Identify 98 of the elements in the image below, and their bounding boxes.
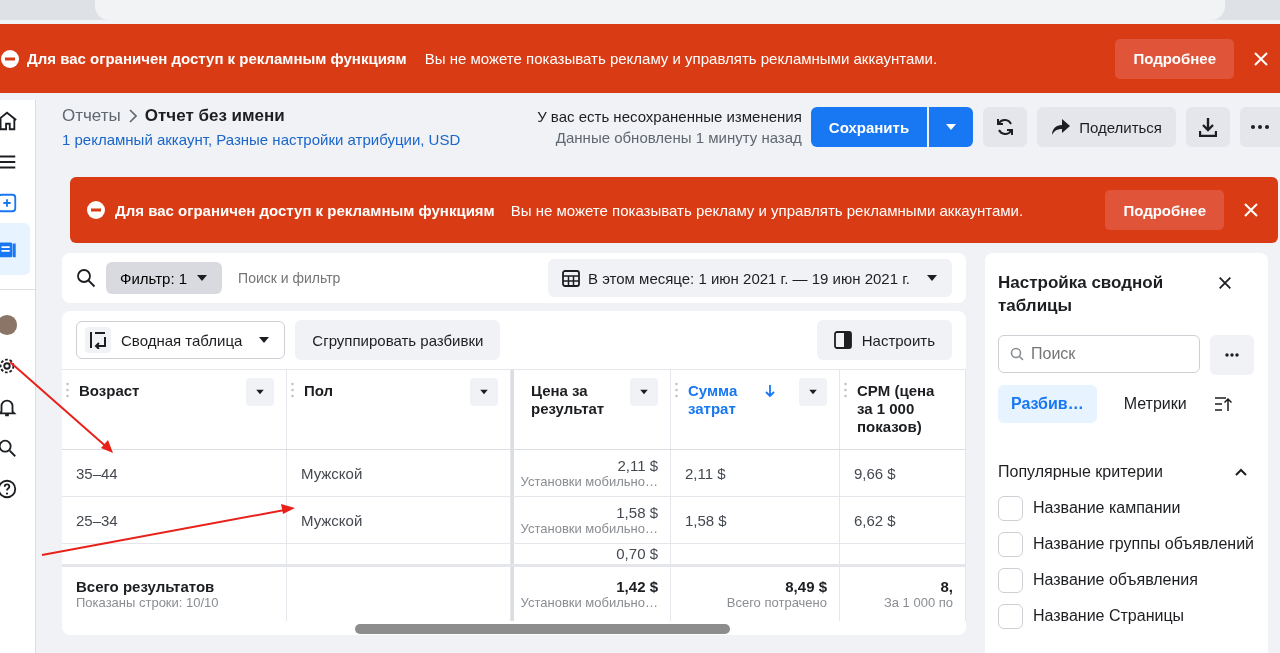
table-cell: 2,11 $: [617, 457, 658, 474]
blocked-icon: [86, 200, 106, 220]
column-header[interactable]: Сумма затрат: [688, 382, 759, 418]
unsaved-status: У вас есть несохраненные изменения: [537, 107, 802, 127]
total-caption: За 1 000 по: [883, 595, 953, 610]
rows-shown-caption: Показаны строки: 10/10: [76, 595, 220, 610]
view-select[interactable]: Сводная таблица: [76, 321, 286, 359]
avatar-icon: [0, 313, 18, 336]
close-icon[interactable]: [1217, 275, 1233, 291]
checkbox[interactable]: [998, 603, 1023, 629]
caret-icon: [808, 389, 818, 395]
criterion-label: Название Страницы: [1033, 607, 1185, 625]
column-header[interactable]: Пол: [304, 382, 464, 400]
share-button[interactable]: Поделиться: [1037, 107, 1176, 147]
caret-icon: [255, 389, 265, 395]
alert-title: Для вас ограничен доступ к рекламным функциям: [27, 50, 407, 67]
more-button[interactable]: [1240, 107, 1280, 147]
details-button[interactable]: Подробнее: [1115, 38, 1234, 79]
cell-note: Установки мобильно…: [520, 474, 658, 489]
search-field[interactable]: Поиск и фильтр: [236, 269, 539, 287]
chevron-up-icon[interactable]: [1235, 468, 1247, 476]
plus-icon: [0, 191, 18, 214]
report-subtitle[interactable]: 1 рекламный аккаунт, Разные настройки атрибуции, USD: [62, 131, 538, 148]
caret-icon: [926, 274, 938, 282]
search-field[interactable]: Поиск: [998, 335, 1200, 373]
customize-button[interactable]: Настроить: [816, 320, 952, 360]
updated-status: Данные обновлены 1 минуту назад: [554, 128, 802, 148]
column-header[interactable]: Возраст: [79, 382, 240, 400]
caret-icon: [639, 389, 649, 395]
table-cell-text: 9,66 $: [854, 464, 897, 482]
totals-label: Всего результатов: [76, 578, 216, 595]
alert-message: Вы не можете показывать рекламу и управлять рекламными аккаунтами.: [424, 50, 939, 67]
column-header[interactable]: CPM (цена за 1 000 показов): [857, 382, 953, 436]
panel-tab[interactable]: Метрики: [1110, 385, 1200, 423]
alert-title: Для вас ограничен доступ к рекламным функциям: [115, 201, 495, 219]
caret-icon: [945, 123, 958, 131]
grip-icon[interactable]: [291, 382, 294, 398]
column-menu-button[interactable]: [246, 378, 274, 406]
checkbox[interactable]: [998, 531, 1023, 557]
total-value: 1,42 $: [616, 578, 658, 595]
table-cell-text: 6,62 $: [854, 511, 897, 529]
total-caption: Установки мобильно…: [520, 595, 658, 610]
share-arrow-icon: [1051, 118, 1072, 136]
home-icon: [0, 109, 18, 132]
pivot-icon: [89, 331, 107, 349]
caret-icon: [196, 274, 209, 282]
download-button[interactable]: [1186, 107, 1230, 147]
caret-icon: [258, 336, 271, 344]
calendar-icon: [562, 269, 581, 287]
total-value: 8,49 $: [785, 578, 827, 595]
search-icon: [1010, 347, 1024, 361]
criterion-label: Название кампании: [1033, 499, 1181, 517]
table-cell-text: 25–34: [76, 511, 119, 529]
checkbox[interactable]: [998, 567, 1023, 593]
refresh-icon: [995, 117, 1016, 137]
filter-chip[interactable]: Фильтр: 1: [106, 262, 223, 294]
panel-title: Настройка сводной таблицы: [998, 272, 1165, 317]
date-range-button[interactable]: В этом месяце: 1 июн 2021 г. — 19 июн 2021 г.: [548, 259, 952, 297]
criterion-label: Название группы объявлений: [1033, 535, 1255, 553]
column-menu-button[interactable]: [470, 378, 498, 406]
more-icon: [1225, 353, 1239, 357]
grip-icon[interactable]: [66, 382, 69, 398]
table-cell-text: 1,58 $: [685, 511, 728, 529]
total-caption: Всего потрачено: [726, 595, 827, 610]
search-icon[interactable]: [76, 268, 96, 288]
column-menu-button[interactable]: [799, 378, 827, 406]
refresh-button[interactable]: [983, 107, 1028, 147]
save-button[interactable]: Сохранить: [810, 107, 928, 147]
columns-icon: [833, 331, 852, 349]
sort-icon[interactable]: [1213, 395, 1232, 413]
table-cell-text: Мужской: [301, 511, 364, 529]
report-title: Отчет без имени: [144, 106, 285, 126]
table-cell-text: 35–44: [76, 464, 119, 482]
breadcrumb-link[interactable]: Отчеты: [62, 106, 121, 126]
checkbox[interactable]: [998, 495, 1023, 521]
table-cell-text: Мужской: [301, 464, 364, 482]
download-icon: [1199, 117, 1217, 137]
more-icon: [1251, 125, 1269, 129]
grip-icon[interactable]: [675, 382, 678, 398]
sort-down-icon[interactable]: [765, 384, 775, 398]
alert-message: Вы не можете показывать рекламу и управлять рекламными аккаунтами.: [510, 201, 1025, 219]
section-title: Популярные критерии: [998, 463, 1163, 481]
criterion-label: Название объявления: [1033, 571, 1198, 589]
table-cell: 1,58 $: [616, 504, 658, 521]
details-button[interactable]: Подробнее: [1105, 190, 1224, 230]
save-options-button[interactable]: [929, 107, 974, 147]
table-cell: 0,70 $: [616, 545, 658, 562]
total-value: 8,: [940, 578, 953, 595]
group-button[interactable]: Сгруппировать разбивки: [295, 320, 501, 360]
panel-tab[interactable]: Разбив…: [998, 385, 1097, 423]
caret-icon: [479, 389, 489, 395]
column-menu-button[interactable]: [630, 378, 658, 406]
chevron-right-icon: [128, 109, 137, 123]
grip-icon[interactable]: [844, 382, 847, 398]
table-cell-text: 2,11 $: [685, 464, 727, 482]
help-icon: [0, 477, 18, 500]
cell-note: Установки мобильно…: [520, 521, 658, 536]
scrollbar[interactable]: [355, 624, 730, 634]
